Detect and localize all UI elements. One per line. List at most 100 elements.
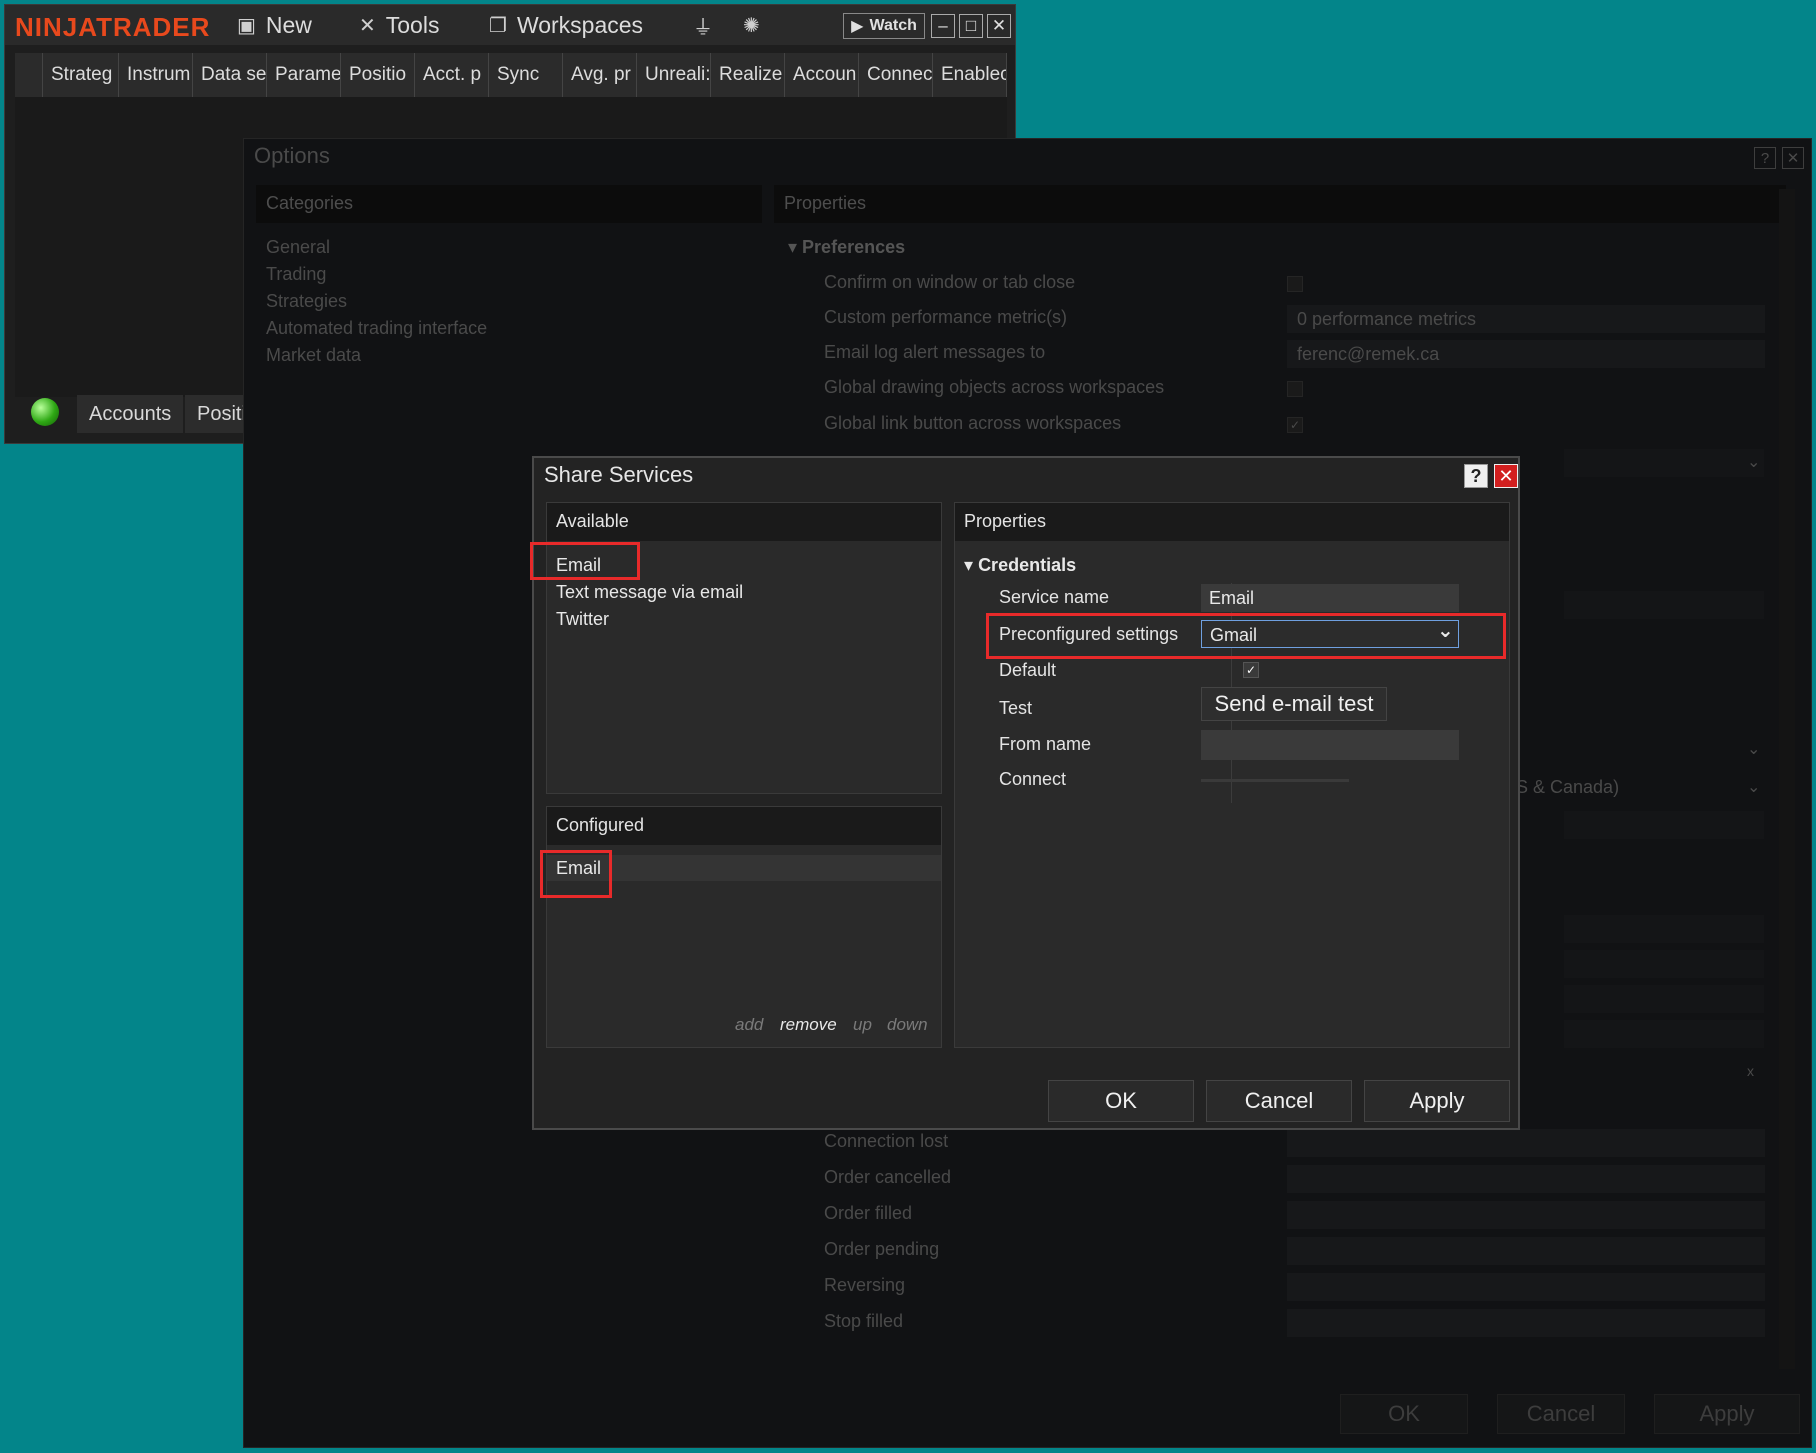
grid-col-data-series[interactable]: Data se	[193, 53, 267, 97]
ok-button[interactable]: OK	[1048, 1080, 1194, 1122]
grid-col-realized[interactable]: Realize	[711, 53, 785, 97]
pref-custom-metrics-label: Custom performance metric(s)	[824, 307, 1068, 327]
available-header: Available	[547, 503, 941, 541]
sound-connection-lost-value[interactable]	[1287, 1129, 1765, 1157]
options-cancel-button[interactable]: Cancel	[1497, 1394, 1625, 1434]
connect-progress-bar	[1201, 779, 1349, 782]
triangle-down-icon: ▾	[964, 555, 974, 575]
categories-header: Categories	[256, 185, 762, 223]
grid-col-position[interactable]: Positio	[341, 53, 415, 97]
close-button[interactable]: ✕	[987, 14, 1011, 38]
pref-hidden-value	[1564, 985, 1764, 1013]
options-ok-button[interactable]: OK	[1340, 1394, 1468, 1434]
watch-label: Watch	[869, 17, 917, 34]
options-apply-button[interactable]: Apply	[1654, 1394, 1800, 1434]
options-close-button[interactable]: ✕	[1782, 147, 1804, 169]
remove-action[interactable]: remove	[780, 1015, 837, 1035]
available-header-label: Available	[556, 511, 629, 531]
category-general[interactable]: General	[266, 237, 330, 258]
grid-col-connection[interactable]: Connec	[859, 53, 933, 97]
grid-col-parameters[interactable]: Parame	[267, 53, 341, 97]
down-action[interactable]: down	[887, 1015, 928, 1035]
pref-global-drawing-checkbox[interactable]	[1287, 381, 1303, 397]
options-scrollbar[interactable]	[1779, 189, 1795, 1369]
minimize-button[interactable]: –	[931, 14, 955, 38]
tab-accounts[interactable]: Accounts	[77, 395, 184, 433]
pref-email-log-label: Email log alert messages to	[824, 342, 1046, 362]
service-name-field[interactable]: Email	[1201, 584, 1459, 612]
watch-button[interactable]: ▶ Watch	[843, 13, 925, 39]
clear-icon[interactable]: x	[1747, 1063, 1754, 1079]
category-trading[interactable]: Trading	[266, 264, 326, 285]
sound-stop-filled-value[interactable]	[1287, 1309, 1765, 1337]
pref-email-log-value[interactable]: ferenc@remek.ca	[1287, 340, 1765, 368]
apply-button[interactable]: Apply	[1364, 1080, 1510, 1122]
pref-global-link-checkbox[interactable]: ✓	[1287, 417, 1303, 433]
cancel-button[interactable]: Cancel	[1206, 1080, 1352, 1122]
grid-col-unrealized[interactable]: Unreali:	[637, 53, 711, 97]
preferences-group[interactable]: ▾ Preferences	[788, 237, 905, 258]
pref-confirm-close-label: Confirm on window or tab close	[824, 272, 1076, 292]
sound-order-pending-label: Order pending	[824, 1239, 940, 1259]
options-properties-header: Properties	[774, 185, 1786, 223]
connect-label: Connect	[999, 769, 1067, 789]
up-action[interactable]: up	[853, 1015, 872, 1035]
menu-new[interactable]: ▣ New	[237, 9, 312, 41]
ninjatrader-logo: NINJATRADER	[15, 12, 211, 42]
menu-new-label: New	[265, 11, 312, 38]
pref-hidden-value	[1564, 591, 1764, 619]
connection-plug-icon[interactable]: ⏚	[693, 9, 723, 41]
chevron-down-icon: ⌄	[1747, 454, 1761, 471]
grid-col-acct-position[interactable]: Acct. p	[415, 53, 489, 97]
highlight-box-configured-email	[540, 850, 612, 898]
connection-status-icon	[31, 398, 59, 426]
maximize-button[interactable]: □	[959, 14, 983, 38]
new-window-icon: ▣	[237, 14, 256, 37]
pref-hidden-value	[1564, 811, 1764, 839]
sound-reversing-value[interactable]	[1287, 1273, 1765, 1301]
strategies-grid-header: Strateg Instrum Data se Parame Positio A…	[15, 53, 1007, 97]
category-market-data[interactable]: Market data	[266, 345, 361, 366]
pref-global-link-label: Global link button across workspaces	[824, 413, 1122, 433]
pref-language-dropdown[interactable]	[1564, 449, 1764, 477]
sound-order-cancelled-value[interactable]	[1287, 1165, 1765, 1193]
grid-col-avg-price[interactable]: Avg. pr	[563, 53, 637, 97]
sound-order-filled-value[interactable]	[1287, 1201, 1765, 1229]
close-icon[interactable]: ✕	[1494, 464, 1518, 488]
highlight-box-preconfigured	[986, 613, 1506, 659]
categories-header-label: Categories	[266, 193, 354, 213]
add-action[interactable]: add	[735, 1015, 763, 1035]
sync-icon[interactable]: ✺	[743, 9, 770, 41]
grid-col-instrument[interactable]: Instrum	[119, 53, 193, 97]
available-item-twitter[interactable]: Twitter	[556, 609, 609, 630]
category-automated-trading[interactable]: Automated trading interface	[266, 318, 487, 339]
grid-col-strategy[interactable]: Strateg	[43, 53, 119, 97]
pref-custom-metrics-value[interactable]: 0 performance metrics	[1287, 305, 1765, 333]
category-strategies[interactable]: Strategies	[266, 291, 347, 312]
default-label: Default	[999, 660, 1057, 680]
grid-col-account[interactable]: Accoun	[785, 53, 859, 97]
test-label: Test	[999, 698, 1033, 718]
menu-tools[interactable]: ✕ Tools	[359, 9, 439, 41]
menu-workspaces[interactable]: ❐ Workspaces	[489, 9, 643, 41]
available-item-text-message[interactable]: Text message via email	[556, 582, 743, 603]
share-properties-header-label: Properties	[964, 511, 1047, 531]
credentials-group[interactable]: ▾ Credentials	[964, 555, 1076, 576]
highlight-box-available-email	[530, 542, 640, 580]
pref-confirm-close-checkbox[interactable]	[1287, 276, 1303, 292]
options-properties-header-label: Properties	[784, 193, 867, 213]
send-email-test-button[interactable]: Send e-mail test	[1201, 687, 1387, 721]
pref-hidden-value	[1564, 1020, 1764, 1048]
grid-col-sync[interactable]: Sync	[489, 53, 563, 97]
help-icon[interactable]: ?	[1464, 464, 1488, 488]
pref-timezone-partial[interactable]: S & Canada)	[1516, 777, 1619, 798]
chevron-down-icon: ⌄	[1747, 779, 1761, 796]
share-services-title: Share Services	[544, 462, 694, 487]
default-checkbox[interactable]: ✓	[1243, 662, 1259, 678]
sound-order-pending-value[interactable]	[1287, 1237, 1765, 1265]
from-name-field[interactable]	[1201, 730, 1459, 760]
sound-stop-filled-label: Stop filled	[824, 1311, 904, 1331]
options-help-button[interactable]: ?	[1754, 147, 1776, 169]
grid-col-enabled[interactable]: Enablec	[933, 53, 1007, 97]
sound-order-cancelled-label: Order cancelled	[824, 1167, 952, 1187]
